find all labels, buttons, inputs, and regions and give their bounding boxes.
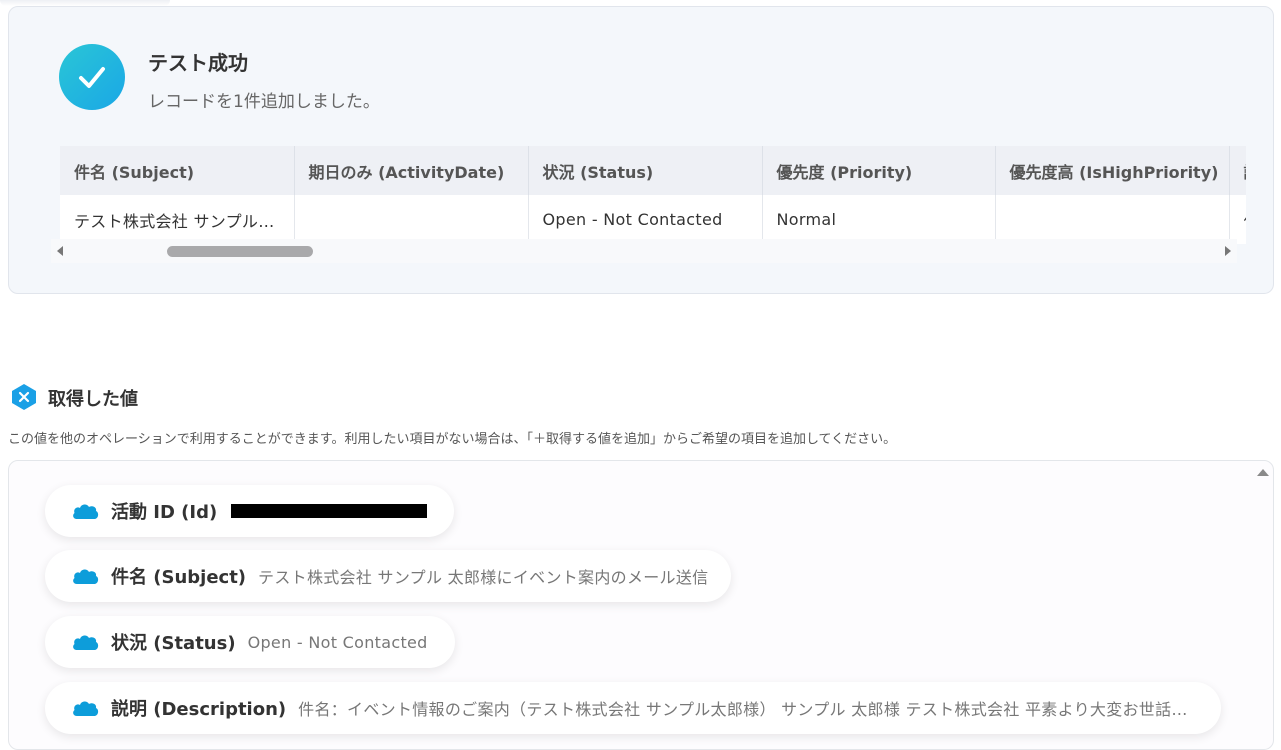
value-text: Open - Not Contacted <box>247 632 428 652</box>
table-cell: 件 <box>1229 195 1246 244</box>
table-cell <box>995 195 1230 244</box>
scroll-right-arrow-icon[interactable] <box>1225 246 1231 256</box>
value-pill-subject[interactable]: 件名 (Subject) テスト株式会社 サンプル 太郎様にイベント案内のメール… <box>45 550 731 602</box>
table-cell: Open - Not Contacted <box>528 195 763 244</box>
salesforce-cloud-icon <box>73 504 99 519</box>
scrollbar-thumb[interactable] <box>167 246 313 257</box>
success-title: テスト成功 <box>148 51 248 75</box>
result-table: 件名 (Subject) 期日のみ (ActivityDate) 状況 (Sta… <box>60 146 1246 244</box>
table-header: 件名 (Subject) <box>60 146 295 195</box>
table-cell: Normal <box>762 195 996 244</box>
table-row: テスト株式会社 サンプル 太郎様にイベント案内のメール送信 Open - Not… <box>60 195 1246 244</box>
check-icon <box>59 44 125 110</box>
acquired-values-title: 取得した値 <box>48 389 138 410</box>
table-cell: テスト株式会社 サンプル 太郎様にイベント案内のメール送信 <box>60 195 295 244</box>
value-pill-id[interactable]: 活動 ID (Id) <box>45 485 454 537</box>
value-label: 活動 ID (Id) <box>111 502 218 523</box>
table-header: 優先度 (Priority) <box>762 146 996 195</box>
table-header: 状況 (Status) <box>528 146 763 195</box>
scroll-left-arrow-icon[interactable] <box>57 246 63 256</box>
value-text: 件名：イベント情報のご案内（テスト株式会社 サンプル太郎様） サンプル 太郎様 … <box>298 700 1201 719</box>
salesforce-cloud-icon <box>73 701 99 716</box>
table-header: 期日のみ (ActivityDate) <box>294 146 529 195</box>
value-pill-status[interactable]: 状況 (Status) Open - Not Contacted <box>45 616 455 668</box>
scroll-up-arrow-icon[interactable] <box>1257 469 1269 476</box>
salesforce-cloud-icon <box>73 569 99 584</box>
redacted-value <box>231 504 428 518</box>
value-text: テスト株式会社 サンプル 太郎様にイベント案内のメール送信 <box>258 568 709 587</box>
value-label: 件名 (Subject) <box>111 567 247 588</box>
horizontal-scrollbar[interactable] <box>51 239 1237 263</box>
success-subtitle: レコードを1件追加しました。 <box>148 92 380 112</box>
table-cell <box>294 195 529 244</box>
acquired-values-description: この値を他のオペレーションで利用することができます。利用したい項目がない場合は、… <box>8 432 897 447</box>
table-header: 優先度高 (IsHighPriority) <box>995 146 1230 195</box>
value-label: 状況 (Status) <box>111 633 236 654</box>
table-header: 説 <box>1229 146 1246 195</box>
acquired-values-list[interactable]: 活動 ID (Id) 件名 (Subject) テスト株式会社 サンプル 太郎様… <box>8 460 1274 750</box>
table-header-row: 件名 (Subject) 期日のみ (ActivityDate) 状況 (Sta… <box>60 146 1246 195</box>
value-label: 説明 (Description) <box>111 699 287 720</box>
value-pill-description[interactable]: 説明 (Description) 件名：イベント情報のご案内（テスト株式会社 サ… <box>45 682 1221 734</box>
variable-x-icon <box>10 383 38 411</box>
salesforce-cloud-icon <box>73 635 99 650</box>
